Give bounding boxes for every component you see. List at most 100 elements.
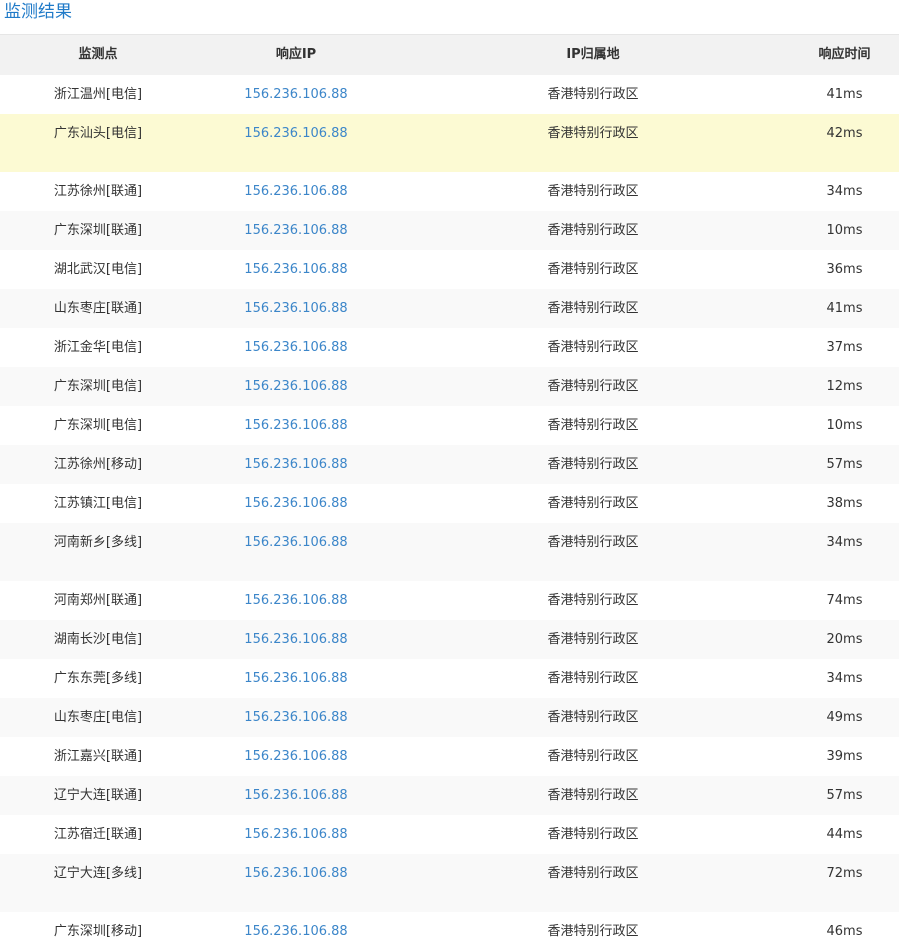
ip-location: 香港特别行政区: [547, 87, 639, 102]
response-time: 74ms: [826, 593, 863, 608]
ip-location: 香港特别行政区: [547, 671, 639, 686]
ip-location: 香港特别行政区: [547, 710, 639, 725]
monitor-point: 江苏徐州[联通]: [53, 184, 143, 199]
response-ip-link[interactable]: 156.236.106.88: [196, 289, 396, 328]
monitor-point: 广东深圳[移动]: [53, 924, 143, 939]
response-time: 57ms: [826, 788, 863, 803]
response-ip-link[interactable]: 156.236.106.88: [196, 367, 396, 406]
ip-location: 香港特别行政区: [547, 924, 639, 939]
monitor-point: 浙江嘉兴[联通]: [53, 749, 143, 764]
ip-location: 香港特别行政区: [547, 749, 639, 764]
response-ip-link[interactable]: 156.236.106.88: [196, 445, 396, 484]
table-row: 浙江金华[电信] 156.236.106.88 香港特别行政区 37ms: [0, 328, 899, 367]
table-row: 湖北武汉[电信] 156.236.106.88 香港特别行政区 36ms: [0, 250, 899, 289]
response-time: 34ms: [826, 671, 863, 686]
table-row: 辽宁大连[联通] 156.236.106.88 香港特别行政区 57ms: [0, 776, 899, 815]
table-row: 山东枣庄[电信] 156.236.106.88 香港特别行政区 49ms: [0, 698, 899, 737]
response-time: 42ms: [826, 126, 863, 141]
response-ip-link[interactable]: 156.236.106.88: [196, 698, 396, 737]
column-header-point: 监测点: [78, 47, 118, 62]
table-row: 广东深圳[电信] 156.236.106.88 香港特别行政区 10ms: [0, 406, 899, 445]
ip-location: 香港特别行政区: [547, 632, 639, 647]
response-ip-link[interactable]: 156.236.106.88: [196, 114, 396, 153]
monitor-point: 广东深圳[电信]: [53, 379, 143, 394]
response-ip-link[interactable]: 156.236.106.88: [196, 912, 396, 951]
monitor-point: 广东汕头[电信]: [53, 126, 143, 141]
table-header: 监测点 响应IP IP归属地 响应时间: [0, 34, 899, 75]
monitor-point: 河南郑州[联通]: [53, 593, 143, 608]
response-ip-link[interactable]: 156.236.106.88: [196, 328, 396, 367]
ip-location: 香港特别行政区: [547, 535, 639, 550]
response-ip-link[interactable]: 156.236.106.88: [196, 523, 396, 562]
ip-location: 香港特别行政区: [547, 457, 639, 472]
ip-location: 香港特别行政区: [547, 418, 639, 433]
monitor-point: 广东深圳[电信]: [53, 418, 143, 433]
monitor-point: 山东枣庄[联通]: [53, 301, 143, 316]
monitor-point: 浙江温州[电信]: [53, 87, 143, 102]
response-ip-link[interactable]: 156.236.106.88: [196, 75, 396, 114]
table-row: 湖南长沙[电信] 156.236.106.88 香港特别行政区 20ms: [0, 620, 899, 659]
response-ip-link[interactable]: 156.236.106.88: [196, 737, 396, 776]
response-time: 72ms: [826, 866, 863, 881]
ip-location: 香港特别行政区: [547, 788, 639, 803]
ip-location: 香港特别行政区: [547, 379, 639, 394]
response-ip-link[interactable]: 156.236.106.88: [196, 659, 396, 698]
table-row: 广东深圳[电信] 156.236.106.88 香港特别行政区 12ms: [0, 367, 899, 406]
monitor-point: 湖北武汉[电信]: [53, 262, 143, 277]
response-ip-link[interactable]: 156.236.106.88: [196, 211, 396, 250]
table-row: 河南郑州[联通] 156.236.106.88 香港特别行政区 74ms: [0, 581, 899, 620]
response-time: 41ms: [826, 87, 863, 102]
ip-location: 香港特别行政区: [547, 262, 639, 277]
column-header-ip: 响应IP: [275, 47, 317, 62]
ip-location: 香港特别行政区: [547, 593, 639, 608]
response-time: 41ms: [826, 301, 863, 316]
monitor-point: 湖南长沙[电信]: [53, 632, 143, 647]
monitor-point: 江苏宿迁[联通]: [53, 827, 143, 842]
response-time: 39ms: [826, 749, 863, 764]
response-time: 36ms: [826, 262, 863, 277]
table-row: 江苏徐州[联通] 156.236.106.88 香港特别行政区 34ms: [0, 172, 899, 211]
response-time: 20ms: [826, 632, 863, 647]
table-row: 江苏徐州[移动] 156.236.106.88 香港特别行政区 57ms: [0, 445, 899, 484]
table-row: 江苏宿迁[联通] 156.236.106.88 香港特别行政区 44ms: [0, 815, 899, 854]
table-row: 广东汕头[电信] 156.236.106.88 香港特别行政区 42ms: [0, 114, 899, 172]
ip-location: 香港特别行政区: [547, 340, 639, 355]
results-table: 监测点 响应IP IP归属地 响应时间 浙江温州[电信] 156.236.106…: [0, 34, 899, 951]
ip-location: 香港特别行政区: [547, 184, 639, 199]
table-row: 河南新乡[多线] 156.236.106.88 香港特别行政区 34ms: [0, 523, 899, 581]
response-ip-link[interactable]: 156.236.106.88: [196, 854, 396, 893]
response-time: 34ms: [826, 535, 863, 550]
table-row: 浙江嘉兴[联通] 156.236.106.88 香港特别行政区 39ms: [0, 737, 899, 776]
response-time: 57ms: [826, 457, 863, 472]
monitor-point: 河南新乡[多线]: [53, 535, 143, 550]
response-time: 37ms: [826, 340, 863, 355]
monitor-point: 辽宁大连[多线]: [53, 866, 143, 881]
response-time: 49ms: [826, 710, 863, 725]
response-ip-link[interactable]: 156.236.106.88: [196, 484, 396, 523]
response-ip-link[interactable]: 156.236.106.88: [196, 815, 396, 854]
response-ip-link[interactable]: 156.236.106.88: [196, 250, 396, 289]
response-time: 12ms: [826, 379, 863, 394]
response-time: 34ms: [826, 184, 863, 199]
response-ip-link[interactable]: 156.236.106.88: [196, 776, 396, 815]
response-ip-link[interactable]: 156.236.106.88: [196, 406, 396, 445]
column-header-location: IP归属地: [566, 47, 620, 62]
response-ip-link[interactable]: 156.236.106.88: [196, 620, 396, 659]
ip-location: 香港特别行政区: [547, 126, 639, 141]
column-header-time: 响应时间: [818, 47, 871, 62]
response-time: 44ms: [826, 827, 863, 842]
ip-location: 香港特别行政区: [547, 827, 639, 842]
monitor-point: 浙江金华[电信]: [53, 340, 143, 355]
table-row: 广东深圳[移动] 156.236.106.88 香港特别行政区 46ms: [0, 912, 899, 951]
response-time: 46ms: [826, 924, 863, 939]
monitor-point: 广东东莞[多线]: [53, 671, 143, 686]
response-ip-link[interactable]: 156.236.106.88: [196, 581, 396, 620]
ip-location: 香港特别行政区: [547, 223, 639, 238]
monitor-point: 广东深圳[联通]: [53, 223, 143, 238]
table-row: 广东东莞[多线] 156.236.106.88 香港特别行政区 34ms: [0, 659, 899, 698]
response-ip-link[interactable]: 156.236.106.88: [196, 172, 396, 211]
table-row: 广东深圳[联通] 156.236.106.88 香港特别行政区 10ms: [0, 211, 899, 250]
monitor-point: 辽宁大连[联通]: [53, 788, 143, 803]
monitor-point: 江苏镇江[电信]: [53, 496, 143, 511]
table-row: 浙江温州[电信] 156.236.106.88 香港特别行政区 41ms: [0, 75, 899, 114]
